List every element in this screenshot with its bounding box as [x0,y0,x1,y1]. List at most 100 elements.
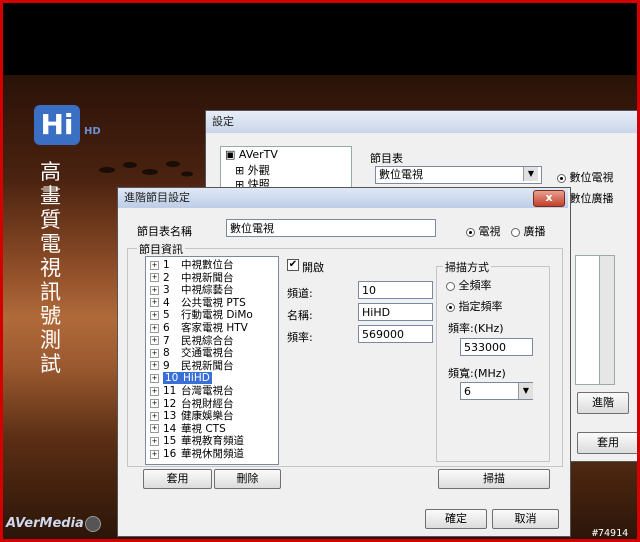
video-vertical-title: 高畫質電視訊號測試 [40,160,61,376]
program-name-input[interactable]: 數位電視 [226,219,436,237]
program-name-label: 節目表名稱 [137,225,192,238]
radio-button-icon[interactable] [557,173,566,183]
enable-checkbox[interactable]: ✔ [287,259,299,271]
channel-number: 16 [163,448,177,460]
frequency-label: 頻率: [287,331,313,344]
channel-list-item[interactable]: +6 客家電視 HTV [150,322,248,334]
expand-icon[interactable]: + [150,323,159,333]
channel-number: 14 [163,422,177,435]
channel-name: 中視數位台 [181,259,234,271]
channel-name: 公共電視 PTS [181,296,246,309]
channel-number: 1 [163,259,170,271]
channel-number-input[interactable]: 10 [358,281,433,299]
scan-method-label: 掃描方式 [443,259,491,275]
channel-name: 交通電視台 [181,347,234,360]
scan-method-group [436,266,550,462]
scan-frequency-input[interactable]: 533000 [460,338,533,356]
channel-list-item[interactable]: +10 HiHD [150,372,212,385]
radio-button-icon[interactable] [446,302,455,312]
radio-scan-specified[interactable]: 指定頻率 [446,298,503,314]
channel-number: 10 [165,372,179,385]
channel-list-item[interactable]: +4 公共電視 PTS [150,297,246,309]
hd-logo-text: HD [84,126,101,137]
program-table-label: 節目表 [370,152,403,165]
channel-name: 台視財經台 [181,397,234,410]
expand-icon[interactable]: + [150,298,159,308]
channel-name-label: 名稱: [287,309,313,322]
channel-number: 9 [163,359,170,372]
expand-icon[interactable]: + [150,449,159,459]
ok-button[interactable]: 確定 [425,509,487,529]
watermark-text: #74914 [592,528,629,539]
channel-name-input[interactable]: HiHD [358,303,433,321]
frequency-input[interactable]: 569000 [358,325,433,343]
channel-list-item[interactable]: +5 行動電視 DiMo [150,309,253,321]
channel-list-item[interactable]: +16 華視休閒頻道 [150,448,244,460]
channel-list-item[interactable]: +8 交通電視台 [150,347,234,359]
channel-list[interactable]: +1 中視數位台 +2 中視新聞台 +3 中視綜藝台 +4 公共電視 PTS +5 行動電視 Di… [145,256,279,465]
channel-number: 4 [163,296,170,309]
delete-button[interactable]: 刪除 [214,469,281,489]
apply-button[interactable]: 套用 [143,469,212,489]
channel-list-item[interactable]: +2 中視新聞台 [150,272,234,284]
expand-icon[interactable]: + [150,373,159,383]
channel-number: 6 [163,322,170,334]
channel-list-item[interactable]: +13 健康娛樂台 [150,410,234,422]
scan-button[interactable]: 掃描 [438,469,550,489]
advanced-button[interactable]: 進階 [577,392,629,414]
radio-digital-tv[interactable]: 數位電視 [557,169,614,185]
channel-list-item[interactable]: +14 華視 CTS [150,423,226,435]
chevron-down-icon[interactable]: ▼ [523,167,538,181]
channel-number-label: 頻道: [287,287,313,300]
channel-number: 8 [163,347,170,360]
channel-number: 13 [163,410,177,423]
program-table-select[interactable]: 數位電視 [375,166,542,184]
cancel-button[interactable]: 取消 [492,509,559,529]
power-button-icon[interactable] [85,516,101,532]
expand-icon[interactable]: + [150,399,159,409]
expand-icon[interactable]: + [150,436,159,446]
bandwidth-label: 頻寬:(MHz) [448,367,506,380]
expand-icon[interactable]: + [150,273,159,283]
channel-list-item[interactable]: +1 中視數位台 [150,259,234,271]
channel-list-item[interactable]: +9 民視新聞台 [150,360,234,372]
settings-window-title: 設定 [206,111,640,133]
back-channel-list[interactable] [575,255,602,385]
expand-icon[interactable]: + [150,260,159,270]
expand-icon[interactable]: + [150,386,159,396]
channel-list-item[interactable]: +15 華視教育頻道 [150,435,244,447]
expand-icon[interactable]: + [150,285,159,295]
tree-item-avertv[interactable]: ▣ AVerTV [225,148,278,161]
back-apply-button[interactable]: 套用 [577,432,639,454]
dialog-title: 進階節目設定 [118,188,568,208]
channel-name: 健康娛樂台 [181,410,234,423]
radio-button-icon[interactable] [466,227,475,237]
channel-name: 台灣電視台 [181,385,234,397]
expand-icon[interactable]: + [150,411,159,421]
radio-button-icon[interactable] [511,227,520,237]
close-icon[interactable]: x [533,190,565,207]
radio-button-icon[interactable] [446,281,455,291]
expand-icon[interactable]: + [150,310,159,320]
channel-list-item[interactable]: +3 中視綜藝台 [150,284,234,296]
radio-tv[interactable]: 電視 [466,223,501,239]
avermedia-brand: AVerMedia [6,516,84,531]
radio-scan-all[interactable]: 全頻率 [446,277,492,293]
program-info-label: 節目資訊 [137,241,185,257]
channel-number: 3 [163,284,170,297]
channel-list-item[interactable]: +11 台灣電視台 [150,385,234,397]
selected-channel-highlight[interactable]: 10 HiHD [163,372,212,385]
expand-icon[interactable]: + [150,361,159,371]
channel-number: 12 [163,397,177,410]
channel-name: 民視新聞台 [181,359,234,372]
chevron-down-icon[interactable]: ▼ [518,383,533,399]
enable-label: 開啟 [302,261,324,274]
scrollbar[interactable] [599,255,615,385]
expand-icon[interactable]: + [150,336,159,346]
channel-list-item[interactable]: +12 台視財經台 [150,398,234,410]
expand-icon[interactable]: + [150,424,159,434]
channel-number: 11 [163,385,177,397]
radio-broadcast[interactable]: 廣播 [511,223,546,239]
expand-icon[interactable]: + [150,348,159,358]
channel-list-item[interactable]: +7 民視綜合台 [150,335,234,347]
